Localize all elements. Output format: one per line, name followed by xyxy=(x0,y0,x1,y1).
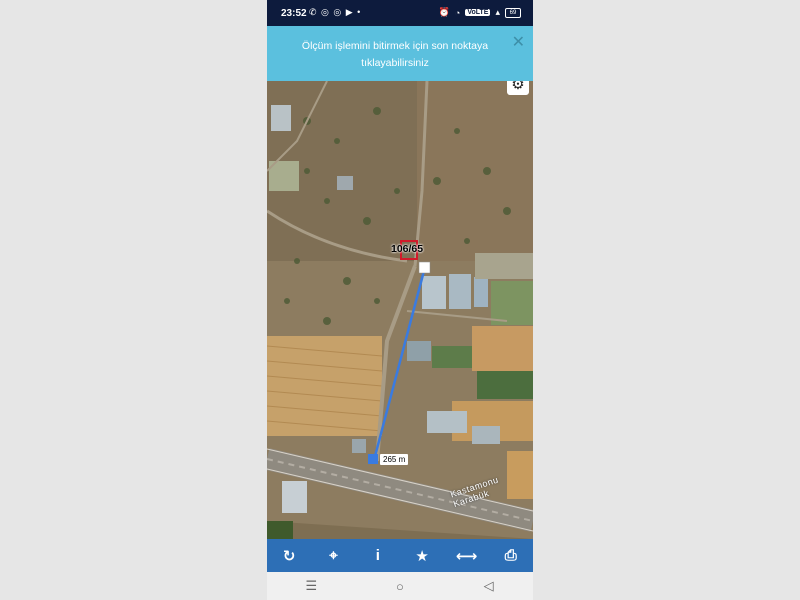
refresh-icon[interactable]: ↻ xyxy=(274,547,304,565)
phone-screen: 23:52 ✆ ◎ ◎ ▶ • ⏰ ◔ VoLTE ▴ 69 Ölçüm işl… xyxy=(267,0,533,600)
recents-icon[interactable]: ☰ xyxy=(291,578,331,594)
notification-icons: ✆ ◎ ◎ ▶ • xyxy=(309,7,362,17)
gear-icon[interactable]: ⚙ xyxy=(507,81,529,95)
signal-icon: ▴ xyxy=(495,7,500,17)
status-time: 23:52 xyxy=(281,8,307,19)
star-icon[interactable]: ★ xyxy=(407,547,437,565)
map-imagery xyxy=(267,81,533,539)
alarm-icon: ⏰ xyxy=(438,7,450,17)
instruction-banner: Ölçüm işlemini bitirmek için son noktaya… xyxy=(267,26,533,81)
satellite-map[interactable]: ⚙ 106/65 265 m Kastamonu Karabük xyxy=(267,81,533,539)
network-badge: VoLTE xyxy=(465,9,491,16)
system-nav-bar: ☰ ○ ◁ xyxy=(267,572,533,600)
back-icon[interactable]: ◁ xyxy=(469,578,509,594)
parcel-label: 106/65 xyxy=(391,243,424,255)
status-bar: 23:52 ✆ ◎ ◎ ▶ • ⏰ ◔ VoLTE ▴ 69 xyxy=(267,0,533,26)
print-icon[interactable]: ⎙ xyxy=(496,547,526,564)
locate-icon[interactable]: ⌖ xyxy=(318,547,348,564)
banner-message: Ölçüm işlemini bitirmek için son noktaya… xyxy=(301,40,489,69)
measure-icon[interactable]: ⟷ xyxy=(451,547,481,565)
system-icons: ⏰ ◔ VoLTE ▴ 69 xyxy=(439,7,521,18)
distance-label: 265 m xyxy=(380,454,409,465)
battery-icon: 69 xyxy=(505,7,521,18)
bottom-toolbar: ↻ ⌖ i ★ ⟷ ⎙ xyxy=(267,539,533,572)
wifi-icon: ◔ xyxy=(454,7,461,18)
close-icon[interactable]: ✕ xyxy=(512,32,525,52)
home-icon[interactable]: ○ xyxy=(380,579,420,594)
info-icon[interactable]: i xyxy=(363,547,393,564)
